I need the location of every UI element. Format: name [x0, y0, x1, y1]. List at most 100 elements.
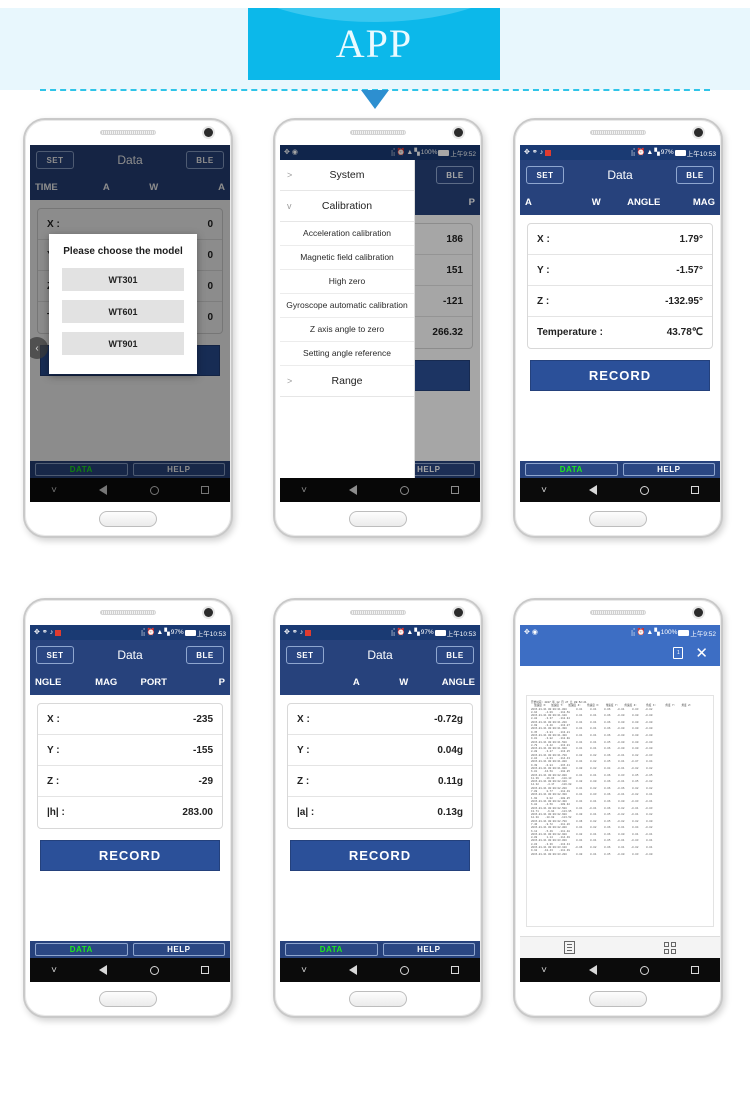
- help-tab-button[interactable]: HELP: [132, 943, 225, 956]
- android-nav-bar[interactable]: ˅: [520, 478, 720, 502]
- log-content[interactable]: 开始时间: 2017 年 12 月 27 日 09:52:21 加速度 X: 加…: [526, 695, 714, 927]
- phone-frame-6: ✥ ◉ ⣮ ⏰ ▲ ▚ 100% 上午9:52 1 ✕ 开始时间: 2017 年…: [513, 598, 723, 1018]
- menu-group-range[interactable]: > Range: [280, 366, 414, 397]
- screen-1: SET Data BLE TIME A W A X : 0 Y :: [30, 145, 230, 502]
- back-icon[interactable]: [349, 965, 358, 975]
- recents-icon[interactable]: [200, 966, 209, 974]
- table-row: X : -235: [38, 704, 222, 735]
- record-button[interactable]: RECORD: [40, 840, 220, 871]
- tab-mag[interactable]: MAG: [83, 677, 131, 688]
- set-button[interactable]: SET: [526, 166, 564, 184]
- menu-item-acceleration-calibration[interactable]: Acceleration calibration: [280, 222, 414, 246]
- hide-nav-icon[interactable]: ˅: [541, 485, 547, 496]
- close-icon[interactable]: ✕: [695, 646, 708, 661]
- tab-row-5[interactable]: A W ANGLE: [280, 670, 480, 695]
- back-icon[interactable]: [589, 485, 598, 495]
- front-camera-icon: [204, 128, 213, 137]
- tab-a[interactable]: A: [525, 197, 573, 208]
- phone-frame-2: ✥ ◉ ⣮ ⏰ ▲ ▚ 100% 上午9:52 BLE PORT: [273, 118, 483, 538]
- set-button[interactable]: SET: [286, 646, 324, 664]
- record-button[interactable]: RECORD: [290, 840, 470, 871]
- menu-item-gyroscope-automatic-calibration[interactable]: Gyroscope automatic calibration: [280, 294, 414, 318]
- tab-p[interactable]: P: [178, 677, 225, 688]
- home-icon[interactable]: [149, 965, 159, 975]
- grid-view-icon[interactable]: [663, 941, 676, 954]
- row-key: Y :: [47, 744, 60, 756]
- app-bar-4: SET Data BLE: [30, 640, 230, 670]
- tab-angle[interactable]: ANGLE: [428, 677, 475, 688]
- data-tab-button[interactable]: DATA: [35, 943, 128, 956]
- tab-angle-partial[interactable]: NGLE: [35, 677, 83, 688]
- home-button[interactable]: [589, 991, 647, 1007]
- recents-icon[interactable]: [690, 486, 699, 494]
- home-button[interactable]: [99, 511, 157, 527]
- home-button[interactable]: [589, 511, 647, 527]
- menu-item-high-zero[interactable]: High zero: [280, 270, 414, 294]
- recents-icon[interactable]: [450, 966, 459, 974]
- ble-button[interactable]: BLE: [436, 646, 474, 664]
- back-icon[interactable]: [589, 965, 598, 975]
- bluetooth-icon: ⣮: [630, 149, 636, 156]
- tab-angle[interactable]: ANGLE: [620, 197, 668, 208]
- set-button[interactable]: SET: [36, 646, 74, 664]
- speaker-grille-icon: [590, 610, 646, 615]
- tab-w[interactable]: W: [573, 197, 621, 208]
- menu-group-calibration[interactable]: v Calibration: [280, 191, 414, 222]
- tab-port[interactable]: PORT: [130, 677, 178, 688]
- recents-icon[interactable]: [690, 966, 699, 974]
- row-key: Y :: [297, 744, 310, 756]
- menu-item-setting-angle-reference[interactable]: Setting angle reference: [280, 342, 414, 366]
- tab-a[interactable]: A: [333, 677, 381, 688]
- android-nav-bar[interactable]: ˅: [280, 958, 480, 982]
- status-right-icons: ⣮ ⏰ ▲ ▚ 100% 上午9:52: [631, 628, 716, 638]
- speaker-grille-icon: [100, 610, 156, 615]
- battery-percent: 97%: [420, 629, 434, 636]
- home-icon[interactable]: [639, 485, 649, 495]
- data-tab-button[interactable]: DATA: [285, 943, 378, 956]
- menu-item-magnetic-field-calibration[interactable]: Magnetic field calibration: [280, 246, 414, 270]
- android-nav-bar[interactable]: ˅: [520, 958, 720, 982]
- home-button[interactable]: [349, 991, 407, 1007]
- music-icon: ♪: [299, 629, 304, 636]
- phone-frame-1: SET Data BLE TIME A W A X : 0 Y :: [23, 118, 233, 538]
- front-camera-icon: [694, 608, 703, 617]
- row-value: -235: [192, 713, 213, 725]
- record-button[interactable]: RECORD: [530, 360, 710, 391]
- battery-percent: 100%: [660, 629, 678, 636]
- hide-nav-icon[interactable]: ˅: [541, 965, 547, 976]
- tab-w[interactable]: W: [380, 677, 428, 688]
- tab-row-4[interactable]: NGLE MAG PORT P: [30, 670, 230, 695]
- help-tab-button[interactable]: HELP: [622, 463, 715, 476]
- hide-nav-icon[interactable]: ˅: [301, 965, 307, 976]
- data-tab-button[interactable]: DATA: [525, 463, 618, 476]
- location-icon: ✥: [34, 629, 40, 636]
- menu-group-system[interactable]: > System: [280, 160, 414, 191]
- home-icon[interactable]: [399, 965, 409, 975]
- home-button[interactable]: [349, 511, 407, 527]
- list-view-icon[interactable]: [564, 941, 576, 954]
- android-nav-bar[interactable]: ˅: [30, 958, 230, 982]
- hide-nav-icon[interactable]: ˅: [51, 965, 57, 976]
- tab-mag[interactable]: MAG: [668, 197, 715, 208]
- location-icon: ✥: [284, 629, 290, 636]
- help-tab-button[interactable]: HELP: [382, 943, 475, 956]
- ble-button[interactable]: BLE: [676, 166, 714, 184]
- model-option-wt601[interactable]: WT601: [62, 300, 184, 323]
- model-option-wt301[interactable]: WT301: [62, 268, 184, 291]
- page-title: Data: [367, 648, 393, 662]
- back-icon[interactable]: [99, 965, 108, 975]
- content-3: X : 1.79° Y : -1.57° Z : -132.95° Temper…: [520, 215, 720, 502]
- model-option-wt901[interactable]: WT901: [62, 332, 184, 355]
- menu-item-z-axis-angle-to-zero[interactable]: Z axis angle to zero: [280, 318, 414, 342]
- ble-button[interactable]: BLE: [186, 646, 224, 664]
- copy-icon[interactable]: 1: [673, 647, 684, 659]
- signal-icon: ▚: [164, 629, 170, 636]
- dialog-title: Please choose the model: [63, 246, 183, 257]
- tab-row-3[interactable]: A W ANGLE MAG: [520, 190, 720, 215]
- log-toolbar: 1 ✕: [520, 640, 720, 666]
- home-button[interactable]: [99, 991, 157, 1007]
- screen-4: ✥ ⚭ ♪ ⣮ ⏰ ▲ ▚ 97% 上午10:53 SET Data BLE N…: [30, 625, 230, 982]
- location-icon: ✥: [524, 629, 530, 636]
- status-bar-5: ✥ ⚭ ♪ ⣮ ⏰ ▲ ▚ 97% 上午10:53: [280, 625, 480, 640]
- home-icon[interactable]: [639, 965, 649, 975]
